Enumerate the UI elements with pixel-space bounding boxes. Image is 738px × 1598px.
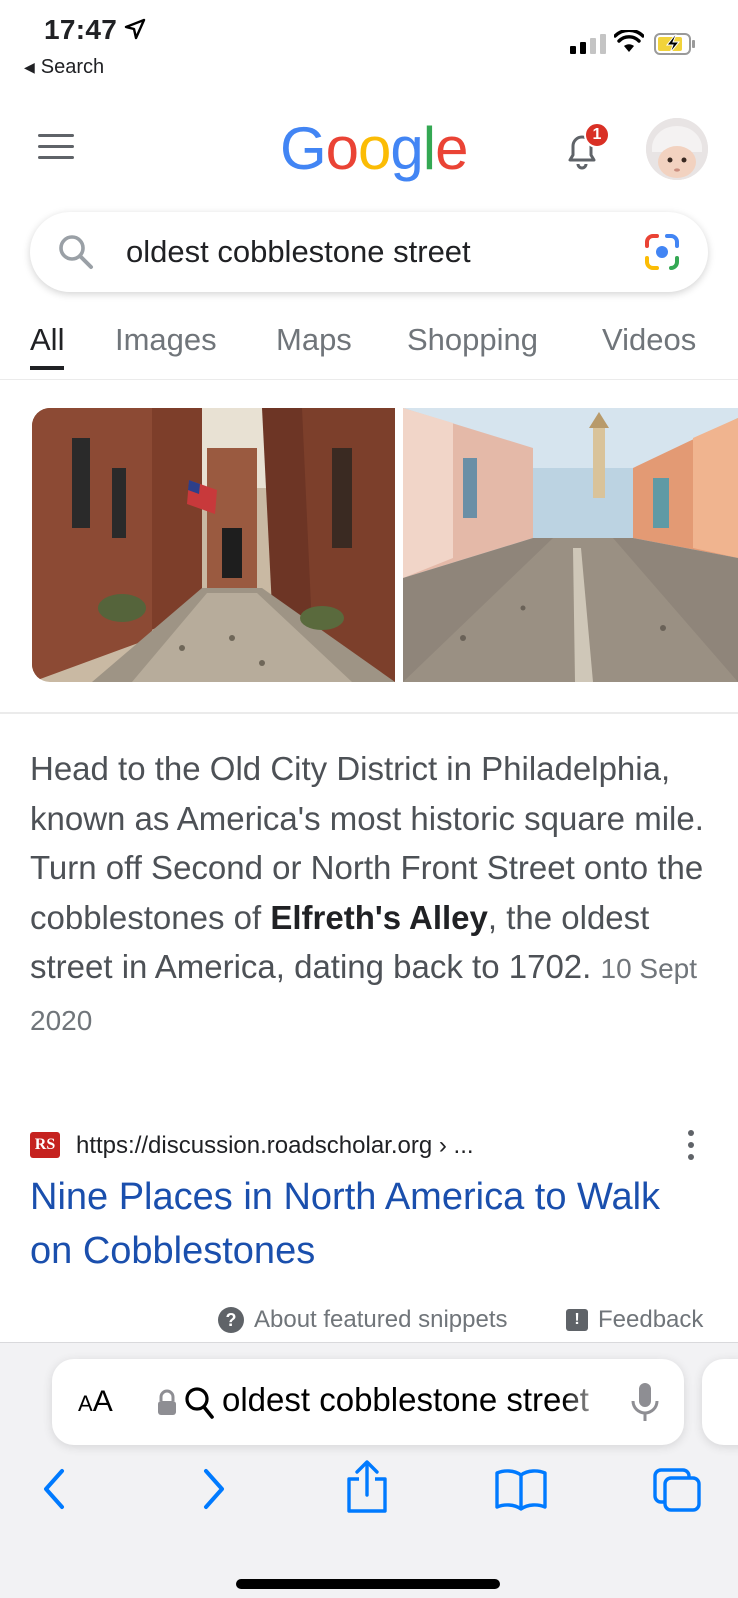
tab-images[interactable]: Images — [115, 322, 217, 358]
safari-bottom-bar: AA oldest cobblestone street — [0, 1342, 738, 1598]
back-app-label: Search — [40, 56, 105, 78]
google-lens-camera-icon[interactable] — [642, 232, 682, 272]
search-icon — [59, 235, 93, 269]
tab-shopping[interactable]: Shopping — [407, 322, 538, 358]
snippet-footer: ? About featured snippets ! Feedback — [0, 1304, 738, 1344]
cellular-signal-icon — [570, 34, 606, 54]
google-header: Google 1 — [0, 100, 738, 200]
image-carousel — [32, 408, 738, 682]
result-url: https://discussion.roadscholar.org › ... — [76, 1132, 474, 1159]
feedback-link[interactable]: ! Feedback — [566, 1306, 703, 1334]
help-icon: ? — [218, 1307, 244, 1333]
status-bar: 17:47 ◀ Search — [0, 0, 738, 92]
search-query: oldest cobblestone street — [126, 234, 471, 269]
tabs-overview-icon[interactable] — [652, 1467, 702, 1513]
next-tab-peek[interactable] — [702, 1359, 738, 1445]
about-label: About featured snippets — [254, 1306, 508, 1333]
safari-toolbar — [0, 1460, 738, 1527]
back-triangle-icon: ◀ — [24, 59, 35, 75]
address-bar[interactable]: AA oldest cobblestone street — [52, 1359, 684, 1445]
microphone-icon[interactable] — [630, 1381, 660, 1423]
baby-avatar-image — [646, 118, 708, 180]
page-settings-button[interactable]: AA — [78, 1385, 113, 1419]
section-divider — [0, 712, 738, 714]
search-box[interactable]: oldest cobblestone street — [30, 212, 708, 292]
roadscholar-favicon: RS — [30, 1132, 60, 1158]
feedback-icon: ! — [566, 1309, 588, 1331]
bookmarks-book-icon[interactable] — [494, 1467, 548, 1511]
search-tabs: All Images Maps Shopping Videos — [0, 318, 738, 380]
lock-icon — [158, 1389, 176, 1415]
tab-all[interactable]: All — [30, 322, 65, 370]
location-arrow-icon — [124, 18, 146, 40]
address-text: oldest cobblestone street — [222, 1381, 589, 1418]
featured-snippet-text: Head to the Old City District in Philade… — [30, 744, 710, 1045]
more-options-icon[interactable] — [686, 1130, 694, 1160]
snippet-highlight: Elfreth's Alley — [270, 898, 488, 936]
notification-badge: 1 — [584, 122, 610, 148]
clock: 17:47 — [44, 14, 118, 45]
hamburger-menu-icon[interactable] — [38, 134, 74, 160]
battery-charging-icon — [654, 33, 695, 55]
wifi-icon — [614, 30, 644, 52]
forward-chevron-icon[interactable] — [198, 1467, 230, 1511]
google-logo[interactable]: Google — [280, 114, 469, 183]
account-avatar[interactable] — [646, 118, 708, 180]
back-chevron-icon[interactable] — [38, 1467, 70, 1511]
home-indicator[interactable] — [236, 1579, 500, 1589]
feedback-label: Feedback — [598, 1306, 704, 1333]
tab-videos[interactable]: Videos — [602, 322, 696, 358]
tab-maps[interactable]: Maps — [276, 322, 352, 358]
share-icon[interactable] — [344, 1459, 390, 1515]
colonial-street-image[interactable] — [403, 408, 738, 682]
cobblestone-alley-image[interactable] — [32, 408, 395, 682]
back-to-app-link[interactable]: ◀ Search — [24, 56, 104, 79]
result-title-link[interactable]: Nine Places in North America to Walk on … — [30, 1170, 690, 1278]
about-featured-snippets-link[interactable]: ? About featured snippets — [218, 1306, 508, 1334]
result-source[interactable]: RS https://discussion.roadscholar.org › … — [30, 1128, 708, 1162]
search-icon — [185, 1387, 214, 1419]
